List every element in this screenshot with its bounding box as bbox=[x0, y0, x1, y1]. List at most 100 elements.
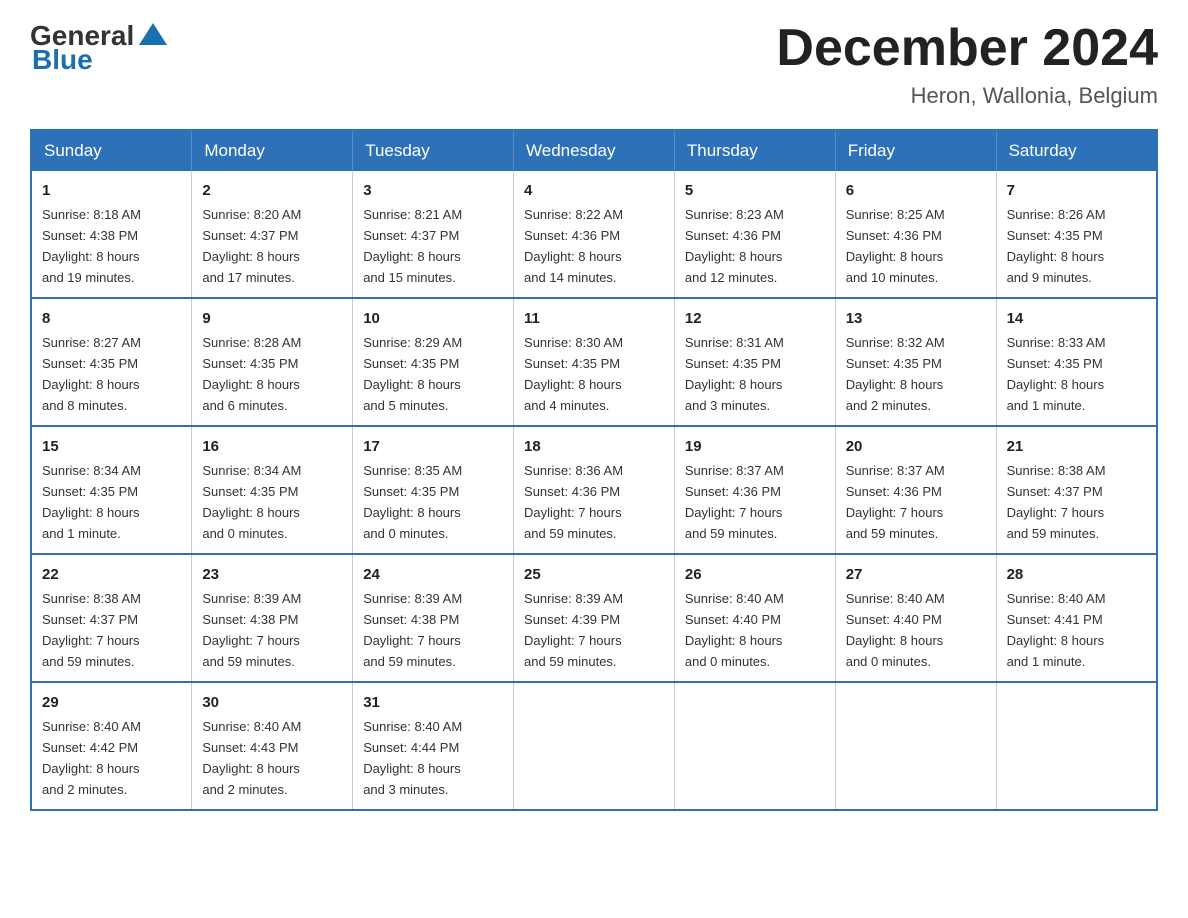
logo-blue-text: Blue bbox=[32, 44, 93, 76]
calendar-cell: 10 Sunrise: 8:29 AMSunset: 4:35 PMDayligh… bbox=[353, 298, 514, 426]
day-info: Sunrise: 8:37 AMSunset: 4:36 PMDaylight:… bbox=[685, 463, 784, 541]
calendar-cell: 27 Sunrise: 8:40 AMSunset: 4:40 PMDayligh… bbox=[835, 554, 996, 682]
day-number: 27 bbox=[846, 563, 986, 586]
calendar-cell: 14 Sunrise: 8:33 AMSunset: 4:35 PMDayligh… bbox=[996, 298, 1157, 426]
day-number: 7 bbox=[1007, 179, 1146, 202]
day-info: Sunrise: 8:34 AMSunset: 4:35 PMDaylight:… bbox=[42, 463, 141, 541]
calendar-cell: 2 Sunrise: 8:20 AMSunset: 4:37 PMDaylight… bbox=[192, 171, 353, 298]
day-info: Sunrise: 8:39 AMSunset: 4:38 PMDaylight:… bbox=[363, 591, 462, 669]
logo: General Blue bbox=[30, 20, 169, 76]
calendar-cell: 13 Sunrise: 8:32 AMSunset: 4:35 PMDayligh… bbox=[835, 298, 996, 426]
calendar-week-row: 29 Sunrise: 8:40 AMSunset: 4:42 PMDayligh… bbox=[31, 682, 1157, 810]
calendar-cell: 6Sunrise: 8:25 AMSunset: 4:36 PMDaylight… bbox=[835, 171, 996, 298]
day-number: 14 bbox=[1007, 307, 1146, 330]
calendar-cell: 8Sunrise: 8:27 AMSunset: 4:35 PMDaylight… bbox=[31, 298, 192, 426]
day-number: 9 bbox=[202, 307, 342, 330]
calendar-cell: 12Sunrise: 8:31 AMSunset: 4:35 PMDayligh… bbox=[674, 298, 835, 426]
calendar-cell bbox=[835, 682, 996, 810]
day-info: Sunrise: 8:23 AMSunset: 4:36 PMDaylight:… bbox=[685, 207, 784, 285]
day-number: 24 bbox=[363, 563, 503, 586]
calendar-cell: 24 Sunrise: 8:39 AMSunset: 4:38 PMDayligh… bbox=[353, 554, 514, 682]
day-info: Sunrise: 8:40 AMSunset: 4:44 PMDaylight:… bbox=[363, 719, 462, 797]
calendar-header-row: SundayMondayTuesdayWednesdayThursdayFrid… bbox=[31, 130, 1157, 171]
calendar-cell: 30 Sunrise: 8:40 AMSunset: 4:43 PMDayligh… bbox=[192, 682, 353, 810]
calendar-week-row: 1 Sunrise: 8:18 AMSunset: 4:38 PMDaylight… bbox=[31, 171, 1157, 298]
day-number: 2 bbox=[202, 179, 342, 202]
day-info: Sunrise: 8:29 AMSunset: 4:35 PMDaylight:… bbox=[363, 335, 462, 413]
logo-triangle-icon bbox=[137, 21, 169, 47]
day-number: 18 bbox=[524, 435, 664, 458]
day-number: 29 bbox=[42, 691, 181, 714]
day-number: 31 bbox=[363, 691, 503, 714]
calendar-cell bbox=[674, 682, 835, 810]
day-info: Sunrise: 8:35 AMSunset: 4:35 PMDaylight:… bbox=[363, 463, 462, 541]
day-info: Sunrise: 8:40 AMSunset: 4:43 PMDaylight:… bbox=[202, 719, 301, 797]
day-number: 10 bbox=[363, 307, 503, 330]
calendar-week-row: 22Sunrise: 8:38 AMSunset: 4:37 PMDayligh… bbox=[31, 554, 1157, 682]
calendar-header-monday: Monday bbox=[192, 130, 353, 171]
calendar-cell: 9 Sunrise: 8:28 AMSunset: 4:35 PMDaylight… bbox=[192, 298, 353, 426]
day-info: Sunrise: 8:36 AMSunset: 4:36 PMDaylight:… bbox=[524, 463, 623, 541]
day-info: Sunrise: 8:21 AMSunset: 4:37 PMDaylight:… bbox=[363, 207, 462, 285]
day-info: Sunrise: 8:37 AMSunset: 4:36 PMDaylight:… bbox=[846, 463, 945, 541]
page-header: General Blue December 2024 Heron, Wallon… bbox=[30, 20, 1158, 109]
day-number: 8 bbox=[42, 307, 181, 330]
day-info: Sunrise: 8:40 AMSunset: 4:41 PMDaylight:… bbox=[1007, 591, 1106, 669]
day-number: 13 bbox=[846, 307, 986, 330]
day-number: 21 bbox=[1007, 435, 1146, 458]
calendar-week-row: 15 Sunrise: 8:34 AMSunset: 4:35 PMDayligh… bbox=[31, 426, 1157, 554]
day-number: 30 bbox=[202, 691, 342, 714]
day-info: Sunrise: 8:38 AMSunset: 4:37 PMDaylight:… bbox=[1007, 463, 1106, 541]
calendar-cell: 20 Sunrise: 8:37 AMSunset: 4:36 PMDayligh… bbox=[835, 426, 996, 554]
calendar-cell: 25 Sunrise: 8:39 AMSunset: 4:39 PMDayligh… bbox=[514, 554, 675, 682]
calendar-cell: 16 Sunrise: 8:34 AMSunset: 4:35 PMDayligh… bbox=[192, 426, 353, 554]
calendar-cell: 22Sunrise: 8:38 AMSunset: 4:37 PMDayligh… bbox=[31, 554, 192, 682]
day-info: Sunrise: 8:30 AMSunset: 4:35 PMDaylight:… bbox=[524, 335, 623, 413]
day-info: Sunrise: 8:39 AMSunset: 4:39 PMDaylight:… bbox=[524, 591, 623, 669]
day-info: Sunrise: 8:40 AMSunset: 4:40 PMDaylight:… bbox=[846, 591, 945, 669]
day-number: 11 bbox=[524, 307, 664, 330]
day-number: 20 bbox=[846, 435, 986, 458]
calendar-header-friday: Friday bbox=[835, 130, 996, 171]
calendar-cell: 3Sunrise: 8:21 AMSunset: 4:37 PMDaylight… bbox=[353, 171, 514, 298]
calendar-cell: 7 Sunrise: 8:26 AMSunset: 4:35 PMDaylight… bbox=[996, 171, 1157, 298]
calendar-header-thursday: Thursday bbox=[674, 130, 835, 171]
calendar-cell: 15 Sunrise: 8:34 AMSunset: 4:35 PMDayligh… bbox=[31, 426, 192, 554]
calendar-cell: 17 Sunrise: 8:35 AMSunset: 4:35 PMDayligh… bbox=[353, 426, 514, 554]
calendar-cell: 5 Sunrise: 8:23 AMSunset: 4:36 PMDaylight… bbox=[674, 171, 835, 298]
day-number: 25 bbox=[524, 563, 664, 586]
day-info: Sunrise: 8:34 AMSunset: 4:35 PMDaylight:… bbox=[202, 463, 301, 541]
day-number: 5 bbox=[685, 179, 825, 202]
day-info: Sunrise: 8:20 AMSunset: 4:37 PMDaylight:… bbox=[202, 207, 301, 285]
day-info: Sunrise: 8:18 AMSunset: 4:38 PMDaylight:… bbox=[42, 207, 141, 285]
calendar-cell: 11 Sunrise: 8:30 AMSunset: 4:35 PMDayligh… bbox=[514, 298, 675, 426]
day-info: Sunrise: 8:25 AMSunset: 4:36 PMDaylight:… bbox=[846, 207, 945, 285]
day-number: 12 bbox=[685, 307, 825, 330]
calendar-cell bbox=[514, 682, 675, 810]
day-number: 26 bbox=[685, 563, 825, 586]
calendar-cell bbox=[996, 682, 1157, 810]
day-number: 23 bbox=[202, 563, 342, 586]
day-number: 15 bbox=[42, 435, 181, 458]
day-info: Sunrise: 8:40 AMSunset: 4:42 PMDaylight:… bbox=[42, 719, 141, 797]
calendar-cell: 28Sunrise: 8:40 AMSunset: 4:41 PMDayligh… bbox=[996, 554, 1157, 682]
main-title: December 2024 bbox=[776, 20, 1158, 77]
subtitle: Heron, Wallonia, Belgium bbox=[776, 83, 1158, 109]
day-info: Sunrise: 8:32 AMSunset: 4:35 PMDaylight:… bbox=[846, 335, 945, 413]
day-info: Sunrise: 8:26 AMSunset: 4:35 PMDaylight:… bbox=[1007, 207, 1106, 285]
day-info: Sunrise: 8:28 AMSunset: 4:35 PMDaylight:… bbox=[202, 335, 301, 413]
day-number: 16 bbox=[202, 435, 342, 458]
day-info: Sunrise: 8:33 AMSunset: 4:35 PMDaylight:… bbox=[1007, 335, 1106, 413]
calendar-header-sunday: Sunday bbox=[31, 130, 192, 171]
day-number: 17 bbox=[363, 435, 503, 458]
calendar-cell: 23Sunrise: 8:39 AMSunset: 4:38 PMDayligh… bbox=[192, 554, 353, 682]
calendar-cell: 31 Sunrise: 8:40 AMSunset: 4:44 PMDayligh… bbox=[353, 682, 514, 810]
day-info: Sunrise: 8:22 AMSunset: 4:36 PMDaylight:… bbox=[524, 207, 623, 285]
day-info: Sunrise: 8:40 AMSunset: 4:40 PMDaylight:… bbox=[685, 591, 784, 669]
calendar-week-row: 8Sunrise: 8:27 AMSunset: 4:35 PMDaylight… bbox=[31, 298, 1157, 426]
calendar-header-saturday: Saturday bbox=[996, 130, 1157, 171]
calendar-cell: 19Sunrise: 8:37 AMSunset: 4:36 PMDayligh… bbox=[674, 426, 835, 554]
day-number: 1 bbox=[42, 179, 181, 202]
calendar-header-tuesday: Tuesday bbox=[353, 130, 514, 171]
day-number: 4 bbox=[524, 179, 664, 202]
